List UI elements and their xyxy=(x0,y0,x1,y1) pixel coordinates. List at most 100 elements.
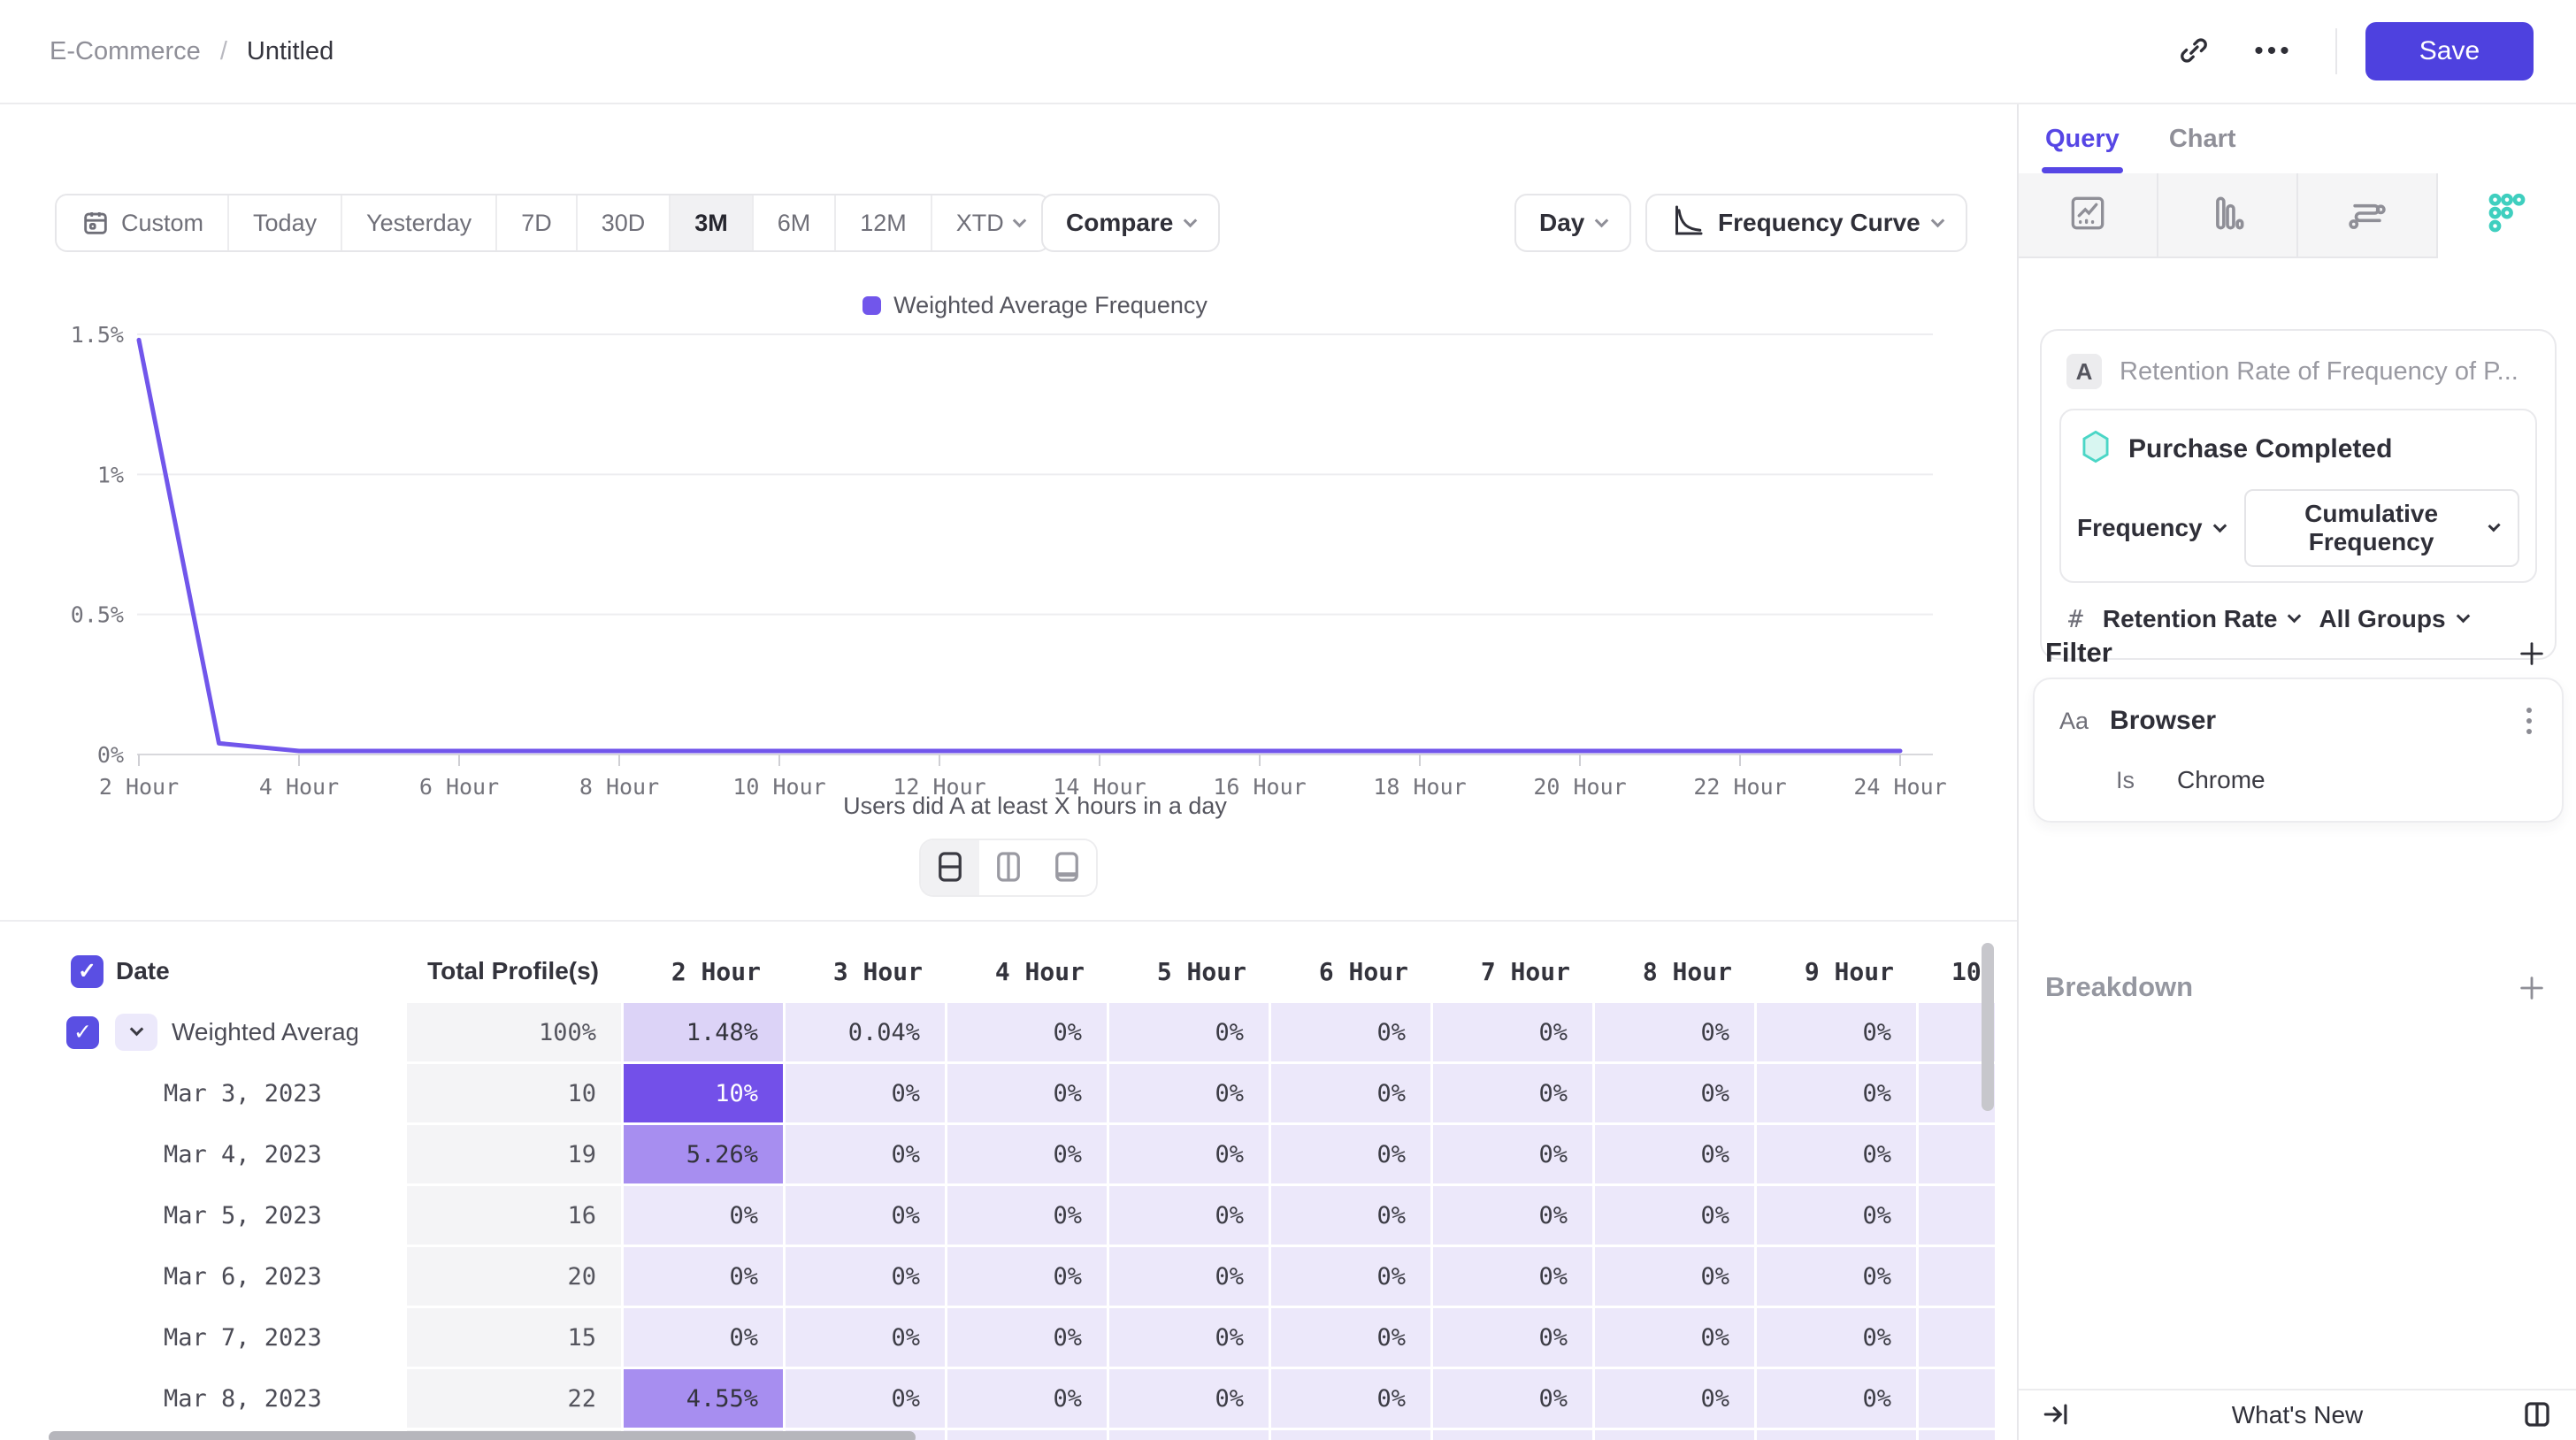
filter-card[interactable]: Aa Browser Is Chrome xyxy=(2033,678,2564,823)
chart-type-bar-tab[interactable] xyxy=(2158,173,2298,258)
retention-value-cell xyxy=(947,1430,1109,1440)
groups-dropdown[interactable]: All Groups xyxy=(2319,605,2467,633)
range-button-6m[interactable]: 6M xyxy=(754,195,837,250)
kebab-menu-icon[interactable] xyxy=(2521,702,2537,739)
column-header-total-profile-s-: Total Profile(s) xyxy=(407,939,624,1003)
chevron-down-icon xyxy=(1013,213,1027,227)
chart-style-label: Frequency Curve xyxy=(1718,209,1920,237)
legend-label: Weighted Average Frequency xyxy=(893,292,1208,319)
line-chart-icon xyxy=(2066,191,2110,240)
retention-value-cell: 0% xyxy=(624,1186,786,1247)
measure-dropdown[interactable]: Retention Rate xyxy=(2103,605,2300,633)
range-button-30d[interactable]: 30D xyxy=(578,195,671,250)
row-checkbox-checked[interactable]: ✓ xyxy=(71,955,104,988)
retention-value-cell: 5.26% xyxy=(624,1125,786,1186)
retention-value-cell: 0% xyxy=(1757,1308,1919,1369)
chart-style-dropdown[interactable]: Frequency Curve xyxy=(1645,194,1967,252)
range-button-xtd[interactable]: XTD xyxy=(932,195,1048,250)
svg-text:0%: 0% xyxy=(97,742,124,768)
collapse-arrow-icon xyxy=(2042,1399,2072,1432)
tab-chart[interactable]: Chart xyxy=(2169,104,2236,173)
svg-text:1.5%: 1.5% xyxy=(71,322,124,348)
range-button-custom[interactable]: Custom xyxy=(57,195,229,250)
granularity-label: Day xyxy=(1539,209,1584,237)
more-options-button[interactable]: ••• xyxy=(2240,23,2307,80)
flow-chart-icon xyxy=(2345,191,2389,240)
filter-operator[interactable]: Is xyxy=(2116,767,2135,794)
retention-value-cell: 0% xyxy=(1271,1247,1433,1308)
chart-type-retention-tab[interactable] xyxy=(2438,173,2576,258)
total-profiles-cell: 15 xyxy=(407,1308,624,1369)
retention-value-cell: 0% xyxy=(1919,1125,1995,1186)
filter-condition-row: Is Chrome xyxy=(2059,739,2537,794)
query-step-header[interactable]: A Retention Rate of Frequency of P... xyxy=(2059,350,2537,409)
retention-value-cell: 0% xyxy=(1757,1125,1919,1186)
query-sidebar: Query Chart xyxy=(2019,104,2576,1440)
topbar: E-Commerce / Untitled ••• Save xyxy=(0,0,2576,104)
retention-value-cell: 0% xyxy=(947,1064,1109,1125)
retention-value-cell: 0% xyxy=(786,1125,947,1186)
event-name: Purchase Completed xyxy=(2128,434,2392,464)
tab-query[interactable]: Query xyxy=(2045,104,2120,173)
column-header-9-hour: 9 Hour xyxy=(1757,939,1919,1003)
retention-value-cell: 0% xyxy=(1109,1308,1271,1369)
retention-value-cell: 0% xyxy=(624,1308,786,1369)
frequency-dropdown[interactable]: Frequency xyxy=(2077,514,2225,542)
whats-new-link[interactable]: What's New xyxy=(2019,1401,2576,1429)
panel-layout-icon xyxy=(2521,1398,2553,1433)
collapse-sidebar-button[interactable] xyxy=(2042,1399,2072,1432)
expand-row-button[interactable] xyxy=(115,1014,157,1051)
table-header-row: ✓DateTotal Profile(s)2 Hour3 Hour4 Hour5… xyxy=(66,939,1995,1003)
add-filter-button[interactable] xyxy=(2512,635,2551,674)
event-selector[interactable]: Purchase Completed xyxy=(2077,426,2519,489)
legend-swatch xyxy=(862,296,881,315)
retention-value-cell xyxy=(1433,1430,1595,1440)
frequency-line-chart[interactable]: 0%0.5%1%1.5%2 Hour4 Hour6 Hour8 Hour10 H… xyxy=(0,318,2017,814)
range-button-3m[interactable]: 3M xyxy=(671,195,754,250)
frequency-curve-icon xyxy=(1670,203,1706,244)
toggle-panel-button[interactable] xyxy=(2521,1398,2553,1433)
retention-value-cell: 0% xyxy=(786,1064,947,1125)
chart-type-flow-tab[interactable] xyxy=(2298,173,2438,258)
breadcrumb-report-title[interactable]: Untitled xyxy=(247,37,334,66)
retention-value-cell: 0% xyxy=(1109,1064,1271,1125)
range-button-today[interactable]: Today xyxy=(229,195,342,250)
retention-value-cell: 0% xyxy=(1433,1247,1595,1308)
retention-value-cell: 0% xyxy=(947,1125,1109,1186)
chart-table-divider xyxy=(0,920,2017,922)
retention-value-cell: 0% xyxy=(1109,1125,1271,1186)
cumulative-frequency-dropdown[interactable]: Cumulative Frequency xyxy=(2244,489,2519,567)
retention-value-cell: 0% xyxy=(1109,1003,1271,1064)
save-button[interactable]: Save xyxy=(2365,22,2534,80)
frequency-row: Frequency Cumulative Frequency xyxy=(2077,489,2519,567)
retention-value-cell: 0% xyxy=(624,1247,786,1308)
table-horizontal-scrollbar[interactable] xyxy=(49,1431,916,1440)
copy-link-button[interactable] xyxy=(2160,23,2227,80)
retention-value-cell: 0% xyxy=(1595,1186,1757,1247)
svg-text:1%: 1% xyxy=(97,462,124,487)
add-breakdown-button[interactable] xyxy=(2512,969,2551,1008)
retention-value-cell: 0% xyxy=(786,1186,947,1247)
breadcrumb-project[interactable]: E-Commerce xyxy=(50,37,201,66)
granularity-dropdown[interactable]: Day xyxy=(1514,194,1631,252)
row-checkbox-checked[interactable]: ✓ xyxy=(66,1016,99,1049)
range-button-yesterday[interactable]: Yesterday xyxy=(342,195,497,250)
compare-button[interactable]: Compare xyxy=(1041,194,1220,252)
layout-split-horizontal-button[interactable] xyxy=(921,840,979,895)
x-axis-title: Users did A at least X hours in a day xyxy=(137,793,1933,820)
range-button-7d[interactable]: 7D xyxy=(497,195,578,250)
retention-dots-icon xyxy=(2483,190,2531,242)
table-row: Mar 6, 2023200%0%0%0%0%0%0%0%0% xyxy=(66,1247,1995,1308)
table-vertical-scrollbar[interactable] xyxy=(1982,943,1994,1111)
range-button-12m[interactable]: 12M xyxy=(836,195,932,250)
filter-value[interactable]: Chrome xyxy=(2177,766,2266,794)
layout-bottom-panel-button[interactable] xyxy=(1038,840,1096,895)
retention-value-cell: 0% xyxy=(1595,1369,1757,1430)
date-cell: Mar 6, 2023 xyxy=(66,1247,407,1308)
layout-split-vertical-button[interactable] xyxy=(979,840,1038,895)
retention-value-cell: 0% xyxy=(1757,1247,1919,1308)
frequency-label: Frequency xyxy=(2077,514,2203,542)
date-range-group: CustomTodayYesterday7D30D3M6M12MXTD xyxy=(55,194,1050,252)
chart-type-line-tab[interactable] xyxy=(2019,173,2158,258)
event-hexagon-icon xyxy=(2081,430,2111,468)
